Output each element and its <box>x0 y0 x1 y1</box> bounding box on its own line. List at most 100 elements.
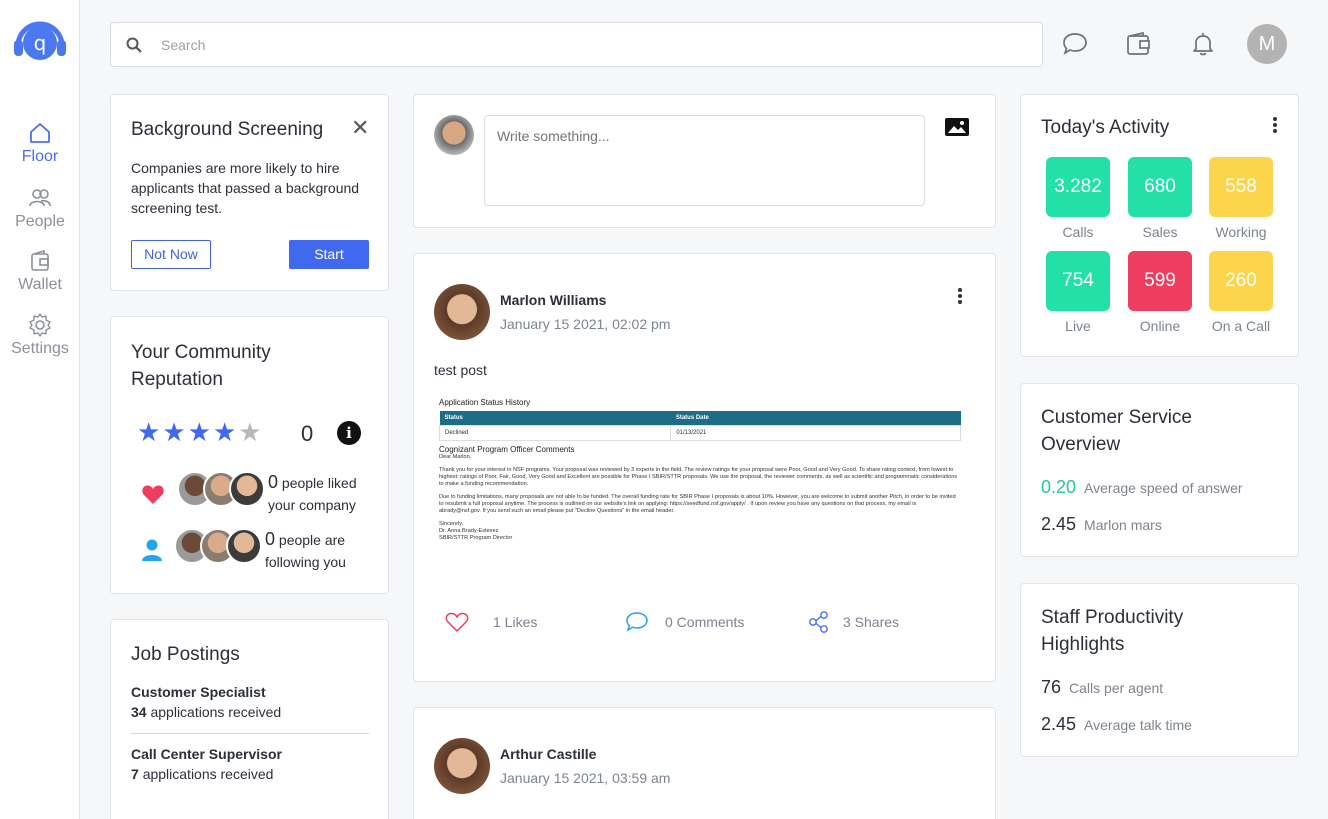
comment-icon <box>626 612 648 632</box>
attachment-paragraph: Thank you for your interest in NSF progr… <box>439 467 958 487</box>
logo-icon[interactable]: q <box>10 12 70 68</box>
activity-tile-working[interactable]: 558 <box>1209 157 1273 217</box>
star-icon: ★ <box>212 417 237 447</box>
job-postings-card: Job Postings Customer Specialist 34 appl… <box>110 619 389 819</box>
metric-label: Marlon mars <box>1084 517 1162 533</box>
post-composer <box>413 94 996 228</box>
sidebar-item-people[interactable]: People <box>0 185 80 231</box>
post-date: January 15 2021, 02:02 pm <box>500 316 671 332</box>
sidebar-item-floor[interactable]: Floor <box>0 120 80 166</box>
attachment-signoff: Sincerely, <box>439 521 464 527</box>
heart-icon <box>142 485 164 504</box>
post-attachment-image[interactable]: Application Status History Status Status … <box>434 394 974 578</box>
liked-stat: 0 people liked your company <box>268 471 357 516</box>
metric-label: Average speed of answer <box>1084 480 1243 496</box>
liked-text-2: your company <box>268 497 356 513</box>
tile-label: Live <box>1065 318 1091 334</box>
likes-count: 1 Likes <box>493 614 538 630</box>
comments-count: 0 Comments <box>665 614 745 630</box>
post-actions: 1 Likes 0 Comments 3 Shares <box>444 610 964 636</box>
sidebar-item-label: Wallet <box>18 276 62 293</box>
following-text-2: following you <box>265 554 346 570</box>
metric-value: 2.45 <box>1041 514 1077 534</box>
card-title: Customer Service Overview <box>1041 407 1192 455</box>
divider <box>131 733 369 734</box>
logo-letter: q <box>34 31 47 55</box>
job-applications: 7 applications received <box>131 766 369 782</box>
author-avatar[interactable] <box>434 738 490 794</box>
shares-count: 3 Shares <box>843 614 900 630</box>
metric-value: 76 <box>1041 677 1062 697</box>
post-input[interactable] <box>484 115 925 206</box>
start-button[interactable]: Start <box>289 240 369 269</box>
metric-row: 2.45 Marlon mars <box>1041 514 1162 535</box>
metric-label: Calls per agent <box>1069 680 1164 696</box>
gear-icon <box>29 313 51 337</box>
activity-tile-live[interactable]: 754 <box>1046 251 1110 311</box>
card-title: Staff Productivity Highlights <box>1041 607 1184 655</box>
status-table: Status Status Date Declined 01/13/2021 <box>438 411 961 441</box>
share-icon <box>809 611 828 633</box>
activity-tile-online[interactable]: 599 <box>1128 251 1192 311</box>
search-icon <box>126 37 142 53</box>
search-bar <box>110 22 1043 67</box>
sidebar-item-label: Settings <box>11 340 69 357</box>
attachment-paragraph: Due to funding limitations, many proposa… <box>439 494 956 514</box>
activity-tile-calls[interactable]: 3.282 <box>1046 157 1110 217</box>
todays-activity-card: Today's Activity 3.282 Calls 680 Sales 5… <box>1020 94 1299 357</box>
metric-value: 0.20 <box>1041 477 1077 497</box>
search-input[interactable] <box>161 33 1021 57</box>
activity-tile-sales[interactable]: 680 <box>1128 157 1192 217</box>
background-screening-card: Background Screening ✕ Companies are mor… <box>110 94 389 291</box>
card-title: Background Screening <box>131 119 324 140</box>
not-now-button[interactable]: Not Now <box>131 240 211 269</box>
job-applications: 34 applications received <box>131 704 369 720</box>
person-icon <box>142 539 162 561</box>
status-cell: Declined <box>438 425 672 441</box>
image-upload-icon[interactable] <box>944 117 970 137</box>
job-count: 34 <box>131 704 147 720</box>
tile-label: Online <box>1139 318 1181 334</box>
following-stat: 0 people are following you <box>265 528 346 573</box>
tile-label: On a Call <box>1211 318 1271 334</box>
info-icon[interactable]: i <box>337 421 361 445</box>
metric-row: 76 Calls per agent <box>1041 677 1163 698</box>
activity-tile-on-a-call[interactable]: 260 <box>1209 251 1273 311</box>
more-options-icon[interactable] <box>1265 115 1285 139</box>
attachment-heading: Application Status History <box>439 398 531 407</box>
avatar <box>229 471 265 507</box>
sidebar-item-settings[interactable]: Settings <box>0 312 80 358</box>
metric-value: 2.45 <box>1041 714 1077 734</box>
wallet-top-icon[interactable] <box>1125 30 1153 58</box>
sidebar-item-label: Floor <box>21 148 59 165</box>
attachment-section: Cognizant Program Officer Comments <box>439 445 575 454</box>
star-rating: ★★★★★ <box>137 417 264 448</box>
home-icon <box>30 123 50 143</box>
job-item[interactable]: Customer Specialist 34 applications rece… <box>131 684 369 720</box>
sidebar-item-label: People <box>15 213 65 230</box>
user-avatar[interactable]: M <box>1247 24 1287 64</box>
more-options-icon[interactable] <box>950 286 970 310</box>
chat-icon[interactable] <box>1061 30 1089 58</box>
heart-outline-icon <box>445 612 469 633</box>
job-suffix: applications received <box>150 704 282 720</box>
job-title: Customer Specialist <box>131 684 266 700</box>
attachment-greeting: Dear Marlon, <box>439 454 472 460</box>
liked-avatars <box>177 471 267 507</box>
following-text: people are <box>278 532 346 548</box>
liked-text: people liked <box>281 475 357 491</box>
bell-icon[interactable] <box>1189 30 1217 58</box>
star-icon: ★ <box>162 417 186 447</box>
author-name[interactable]: Marlon Williams <box>500 292 606 308</box>
post-text: test post <box>434 362 487 378</box>
attachment-signer: Dr. Anna Brady-Estevez <box>439 528 499 534</box>
card-title: Your Community Reputation <box>131 342 271 390</box>
author-avatar[interactable] <box>434 284 490 340</box>
author-name[interactable]: Arthur Castille <box>500 746 596 762</box>
liked-count: 0 <box>268 472 279 492</box>
card-text: Companies are more likely to hire applic… <box>131 160 360 216</box>
sidebar-item-wallet[interactable]: Wallet <box>0 248 80 294</box>
job-item[interactable]: Call Center Supervisor 7 applications re… <box>131 746 369 782</box>
status-header: Status <box>439 411 671 426</box>
close-icon[interactable]: ✕ <box>351 115 369 141</box>
